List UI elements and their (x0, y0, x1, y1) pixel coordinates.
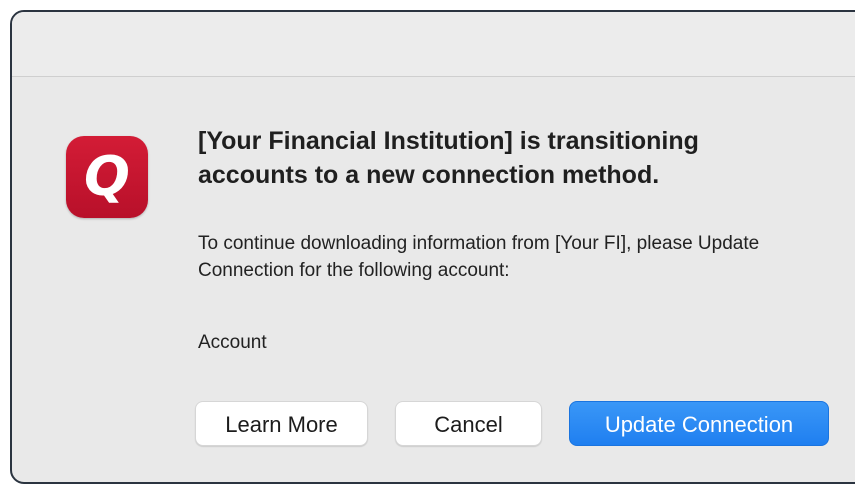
learn-more-button[interactable]: Learn More (195, 401, 368, 446)
message-fi-name: [Your FI] (554, 233, 627, 254)
dialog-heading: [Your Financial Institution] is transiti… (198, 124, 818, 192)
account-name: Account (198, 332, 267, 353)
heading-text-line1: is transitioning (512, 127, 699, 155)
dialog-titlebar (12, 12, 855, 77)
connection-dialog: Q [Your Financial Institution] is transi… (10, 10, 855, 484)
message-text-part1: To continue downloading information from (198, 233, 555, 254)
quicken-q-icon: Q (84, 145, 130, 208)
dialog-message: To continue downloading information from… (198, 230, 838, 284)
screen: Q [Your Financial Institution] is transi… (0, 0, 855, 484)
heading-institution-name: [Your Financial Institution] (198, 127, 513, 155)
cancel-button[interactable]: Cancel (395, 401, 542, 446)
quicken-app-icon: Q (66, 136, 148, 218)
update-connection-button[interactable]: Update Connection (569, 401, 829, 446)
heading-text-line2: accounts to a new connection method. (198, 161, 660, 189)
